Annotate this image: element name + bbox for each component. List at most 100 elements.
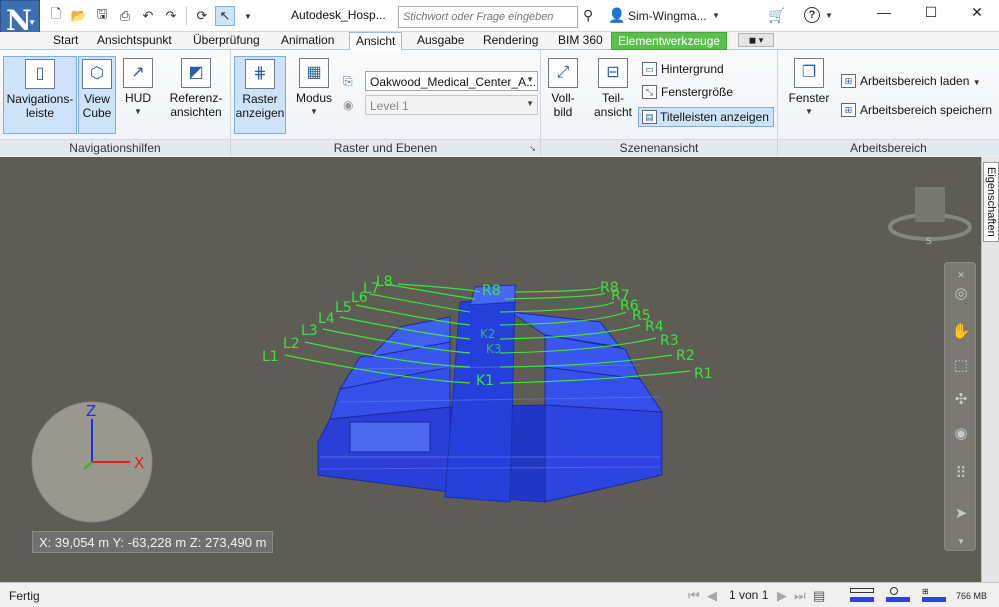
hud-button[interactable]: ↗ HUD ▼	[119, 56, 157, 134]
model-icon: ⎘	[343, 74, 353, 88]
customize-qat-icon[interactable]: ▼	[238, 6, 258, 26]
button-label: Voll-	[551, 91, 575, 105]
building-model	[317, 284, 663, 503]
next-page-icon[interactable]: ▶	[777, 588, 787, 604]
split-view-button[interactable]: ⊟ Teil- ansicht	[590, 56, 636, 134]
grid-icon: ⋕	[245, 59, 275, 89]
viewcube-button[interactable]: ⬡ View Cube	[78, 56, 116, 134]
title-bar: N ▼ 🗋 📂 🖫 ⎙ ↶ ↷ ⟳ ↖ ▼ Autodesk_Hosp... ⚲…	[0, 0, 999, 45]
steering-wheel-icon[interactable]: ◎	[951, 283, 971, 303]
fullscreen-button[interactable]: ⤢ Voll- bild	[545, 56, 581, 134]
axis-x-label: X	[134, 454, 145, 472]
tab-bim-360[interactable]: BIM 360	[552, 32, 609, 50]
level-icon: ◉	[343, 98, 354, 112]
chevron-down-icon[interactable]: ▼	[712, 11, 720, 20]
select-icon[interactable]: ➤	[951, 503, 971, 523]
show-title-bars-button[interactable]: ▤ Titelleisten anzeigen	[638, 107, 774, 127]
mode-button[interactable]: ▦ Modus ▼	[291, 56, 337, 134]
page-count: 1 von 1	[729, 588, 769, 602]
panel-raster-und-ebenen: ⋕ Raster anzeigen ▦ Modus ▼ ⎘ Oakwood_Me…	[231, 50, 541, 156]
pan-hand-icon[interactable]: ✋	[951, 321, 971, 341]
panel-navigationshilfen: ▯ Navigations- leiste ⬡ View Cube ↗ HUD …	[0, 50, 231, 156]
last-page-icon[interactable]: ⏭	[794, 588, 806, 604]
select-value: Oakwood_Medical_Center_A...	[370, 75, 537, 89]
redo-icon[interactable]: ↷	[161, 6, 181, 26]
windows-icon: ❐	[794, 58, 824, 88]
binoculars-icon[interactable]: ⚲	[583, 7, 593, 24]
previous-page-icon[interactable]: ◀	[707, 588, 717, 604]
chevron-down-icon[interactable]: ▼	[825, 11, 833, 20]
search-input[interactable]	[398, 6, 578, 28]
print-icon[interactable]: ⎙	[115, 6, 135, 26]
tab-ansicht[interactable]: Ansicht	[349, 32, 403, 51]
status-text: Fertig	[9, 589, 40, 603]
chevron-down-icon[interactable]: ▼	[951, 531, 971, 551]
button-label: Fenstergröße	[661, 85, 734, 99]
reference-views-button[interactable]: ◩ Referenz- ansichten	[164, 56, 228, 134]
maximize-button[interactable]: ☐	[911, 4, 951, 21]
look-around-icon[interactable]: ◉	[951, 423, 971, 443]
navigation-bar-button[interactable]: ▯ Navigations- leiste	[3, 56, 77, 134]
window-size-button[interactable]: ⤡ Fenstergröße	[639, 83, 733, 103]
close-icon[interactable]: ✕	[951, 265, 971, 285]
windows-button[interactable]: ❐ Fenster ▼	[786, 56, 832, 134]
active-model-select[interactable]: Oakwood_Medical_Center_A... ▼	[365, 71, 538, 91]
open-folder-icon[interactable]: 📂	[69, 6, 89, 26]
tab-ueberpruefung[interactable]: Überprüfung	[187, 32, 266, 50]
button-label: HUD	[125, 91, 151, 105]
orbit-icon[interactable]: ✣	[951, 389, 971, 409]
refresh-icon[interactable]: ⟳	[192, 6, 212, 26]
button-label: View	[84, 92, 110, 106]
navigation-bar: ✕ ◎ ✋ ⬚ ✣ ◉ ⠿ ➤ ▼	[944, 262, 976, 551]
axis-z-label: Z	[86, 402, 97, 420]
button-label: Arbeitsbereich laden	[860, 74, 970, 88]
background-button[interactable]: ▭ Hintergrund	[639, 60, 724, 80]
button-label: ansicht	[593, 105, 633, 119]
tab-elementwerkzeuge[interactable]: Elementwerkzeuge	[611, 32, 728, 50]
tab-ausgabe[interactable]: Ausgabe	[411, 32, 470, 50]
map-icon: ◩	[181, 58, 211, 88]
tab-start[interactable]: Start	[47, 32, 84, 50]
3d-viewport[interactable]: Z X S L1 L2 L3 L4 L5 L6 L7 L8 R1 R2 R3 R…	[0, 157, 981, 582]
save-icon[interactable]: 🖫	[92, 6, 112, 26]
button-label: ansichten	[170, 105, 222, 119]
coordinate-readout: X: 39,054 m Y: -63,228 m Z: 273,490 m	[32, 531, 274, 553]
ribbon: ▯ Navigations- leiste ⬡ View Cube ↗ HUD …	[0, 50, 999, 156]
grid-label-l5: L5	[335, 300, 352, 316]
sheet-browser-icon[interactable]: ▤	[813, 588, 825, 604]
panel-launcher-icon[interactable]: ↘	[529, 144, 536, 153]
tab-ansichtspunkt[interactable]: Ansichtspunkt	[91, 32, 178, 50]
grid-label-l8: L8	[376, 274, 393, 290]
select-pointer-icon[interactable]: ↖	[215, 6, 235, 26]
memory-usage: 766 MB	[956, 591, 988, 601]
close-button[interactable]: ✕	[957, 4, 997, 21]
walk-icon[interactable]: ⠿	[951, 463, 971, 483]
scene-canvas	[31, 187, 972, 523]
viewcube[interactable]	[888, 187, 972, 241]
progress-bar-fill	[922, 597, 946, 602]
tab-animation[interactable]: Animation	[275, 32, 340, 50]
tab-rendering[interactable]: Rendering	[477, 32, 544, 50]
load-workspace-button[interactable]: ⊞ Arbeitsbereich laden ▼	[838, 72, 981, 92]
load-workspace-icon: ⊞	[841, 74, 856, 88]
properties-tab[interactable]: Eigenschaften	[983, 162, 999, 242]
first-page-icon[interactable]: ⏮	[688, 588, 700, 604]
window-size-icon: ⤡	[642, 85, 657, 99]
minimize-button[interactable]: —	[864, 4, 904, 20]
show-grid-button[interactable]: ⋕ Raster anzeigen	[234, 56, 286, 134]
cart-icon[interactable]: 🛒	[768, 7, 785, 24]
save-workspace-button[interactable]: ⊞ Arbeitsbereich speichern	[838, 101, 992, 121]
level-select[interactable]: Level 1 ▼	[365, 95, 538, 115]
button-label: Raster	[242, 92, 278, 106]
new-file-icon[interactable]: 🗋	[46, 6, 66, 26]
chevron-down-icon: ▼	[972, 78, 981, 87]
help-icon[interactable]: ?	[804, 7, 820, 23]
user-account-name[interactable]: Sim-Wingma...	[628, 9, 707, 23]
user-icon[interactable]: 👤	[608, 7, 625, 24]
save-workspace-icon: ⊞	[841, 103, 856, 117]
undo-icon[interactable]: ↶	[138, 6, 158, 26]
button-label: Cube	[82, 106, 112, 120]
minimize-ribbon-button[interactable]: ◼ ▾	[738, 33, 774, 47]
fullscreen-icon: ⤢	[548, 58, 578, 88]
zoom-window-icon[interactable]: ⬚	[951, 355, 971, 375]
